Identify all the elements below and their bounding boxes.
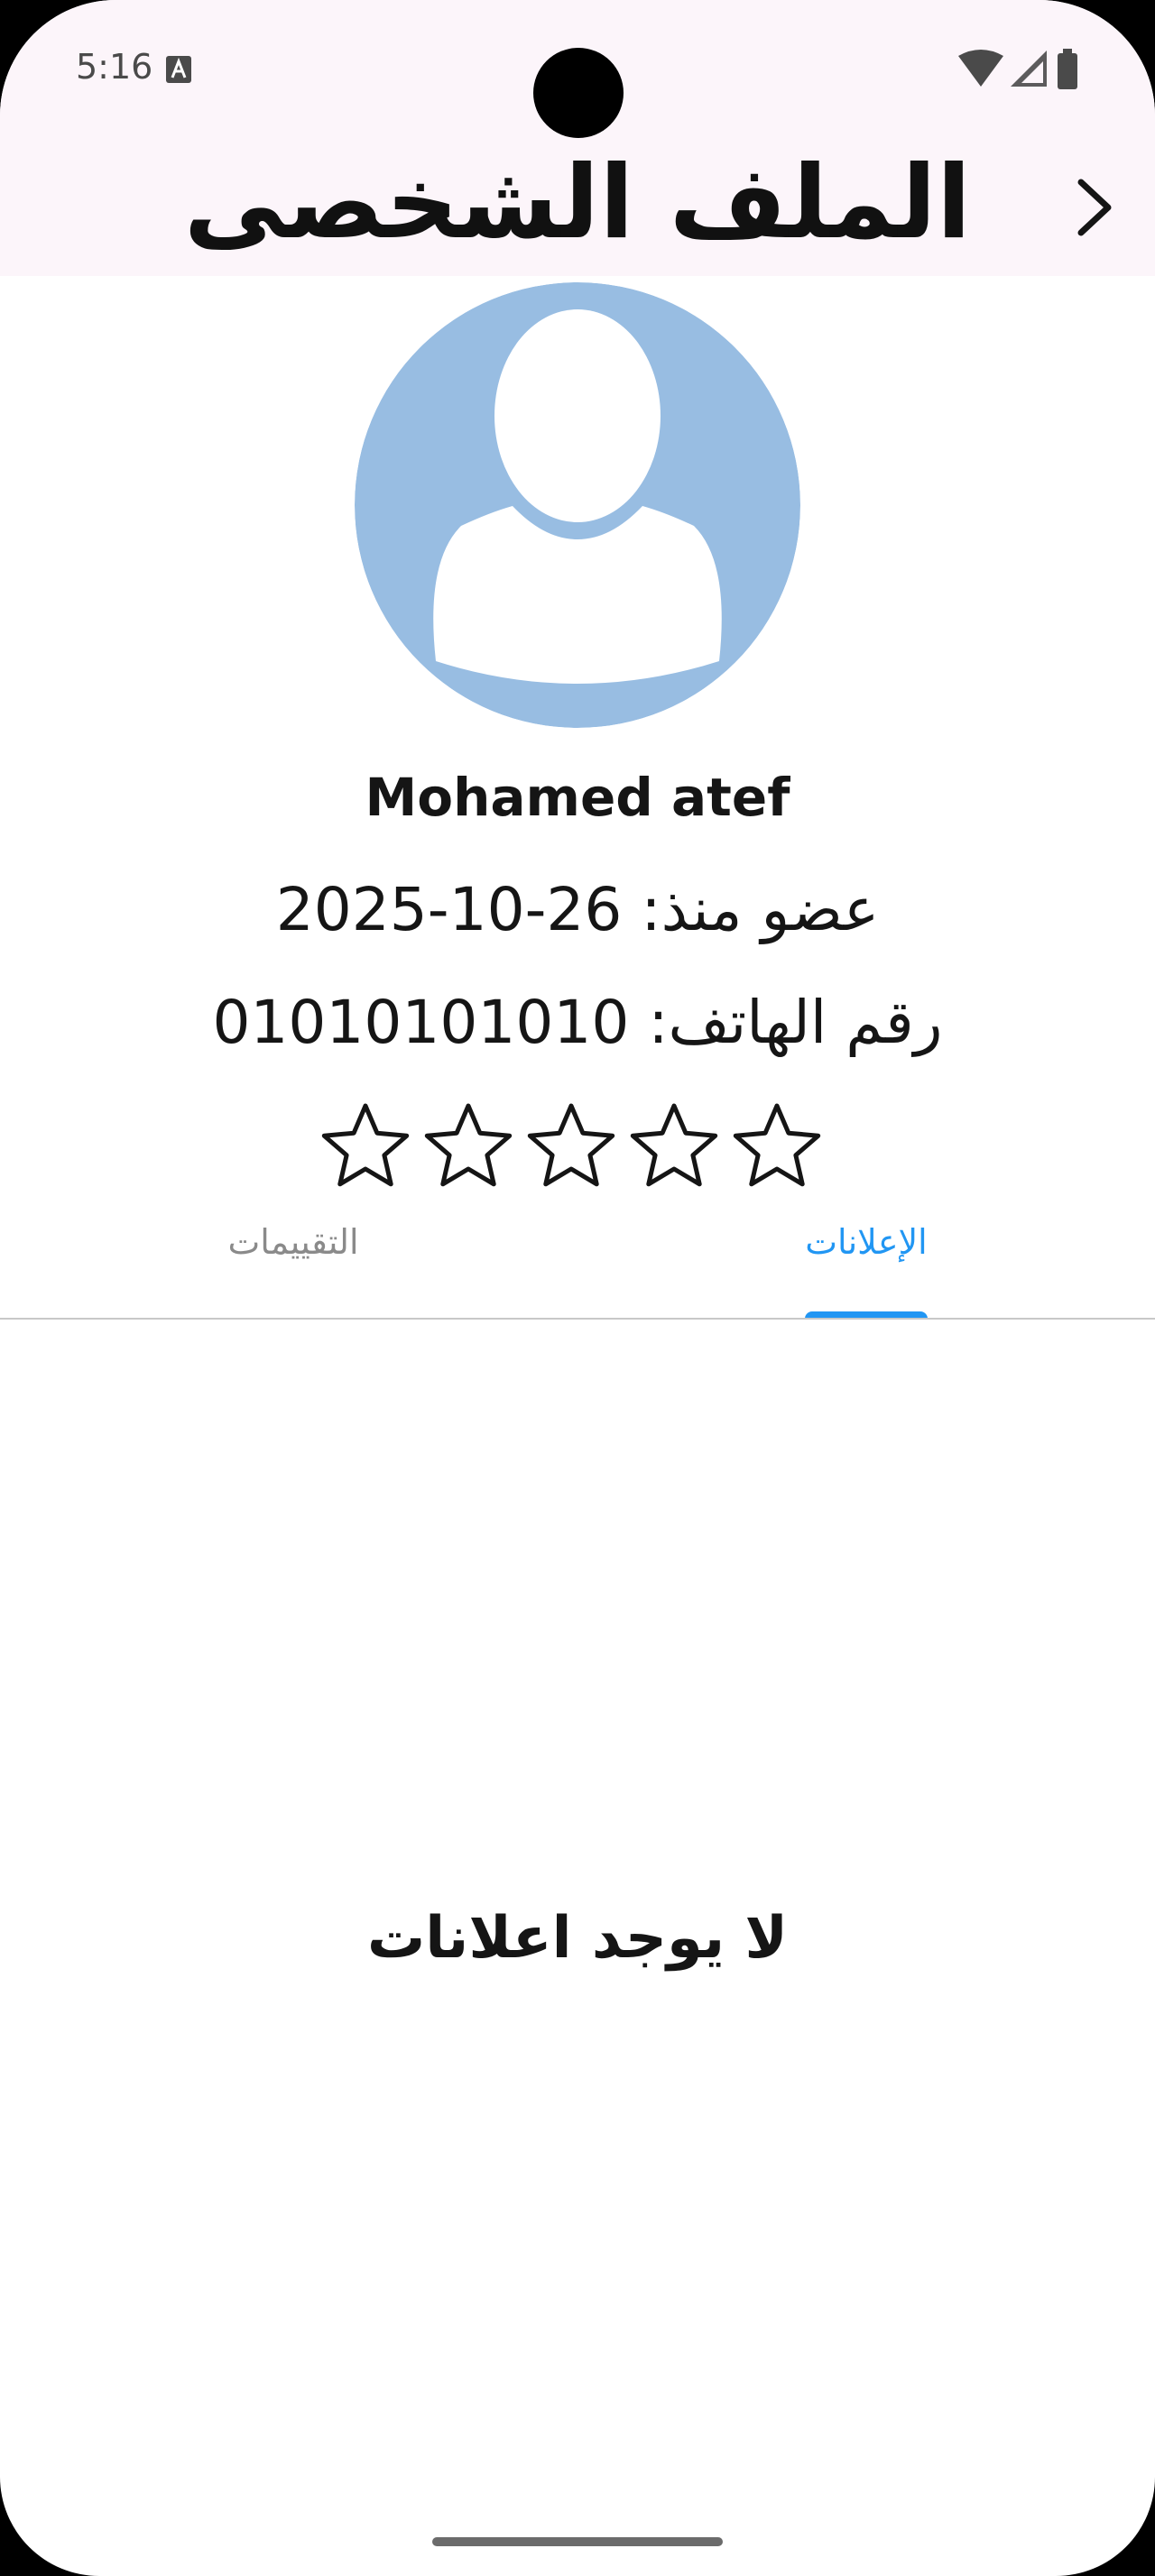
star-icon (321, 1103, 410, 1187)
star-icon (424, 1103, 513, 1187)
tab-ratings[interactable]: التقييمات (217, 1222, 370, 1262)
rating-stars (321, 1103, 821, 1187)
chevron-right-icon (1077, 179, 1112, 236)
battery-icon (1058, 49, 1077, 89)
a-notification-icon (166, 56, 191, 83)
user-name: Mohamed atef (365, 767, 790, 828)
status-icons (958, 49, 1077, 89)
person-avatar-icon (355, 282, 800, 728)
member-since-text: عضو منذ: 26-10-2025 (275, 875, 880, 944)
tab-ads[interactable]: الإعلانات (805, 1222, 928, 1262)
home-indicator[interactable] (432, 2537, 723, 2546)
back-button[interactable] (1065, 171, 1128, 244)
profile-screen: 5:16 الملف الشخصى Mohamed atef عضو منذ: … (0, 0, 1155, 2576)
avatar (355, 282, 800, 728)
phone-number-text: رقم الهاتف: 01010101010 (212, 988, 943, 1057)
status-time: 5:16 (76, 47, 153, 87)
page-title: الملف الشخصى (183, 144, 972, 262)
star-icon (527, 1103, 615, 1187)
star-icon (733, 1103, 821, 1187)
empty-state-message: لا يوجد اعلانات (366, 1905, 789, 1972)
tab-divider (0, 1318, 1155, 1320)
wifi-icon (958, 50, 1003, 87)
star-icon (630, 1103, 718, 1187)
camera-cutout (533, 48, 624, 138)
